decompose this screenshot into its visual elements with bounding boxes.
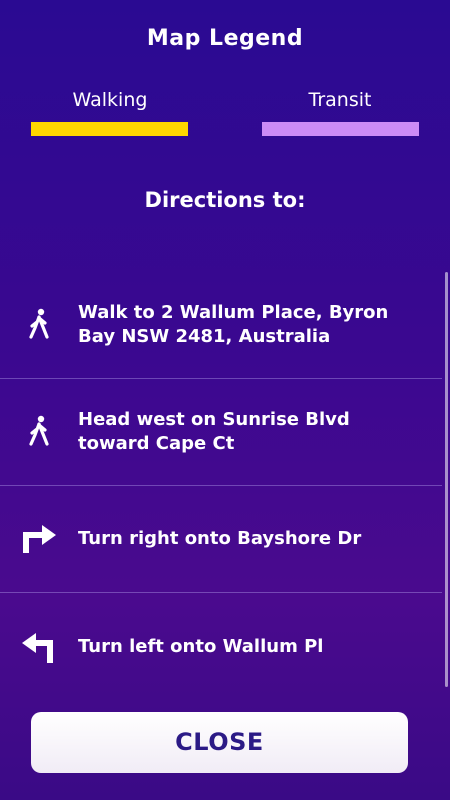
close-button[interactable]: CLOSE <box>31 712 408 773</box>
turn-right-arrow-icon <box>20 519 60 559</box>
direction-step-text: Turn left onto Wallum Pl <box>78 635 324 657</box>
direction-step-text: Head west on Sunrise Blvd toward Cape Ct <box>78 409 350 454</box>
direction-step: Walk to 2 Wallum Place, Byron Bay NSW 24… <box>0 272 442 379</box>
direction-step-text: Turn right onto Bayshore Dr <box>78 528 362 549</box>
walking-person-icon <box>20 305 60 345</box>
legend-swatch-walking <box>31 122 188 136</box>
directions-list[interactable]: Walk to 2 Wallum Place, Byron Bay NSW 24… <box>0 272 442 700</box>
direction-step-text: Walk to 2 Wallum Place, Byron Bay NSW 24… <box>78 302 389 347</box>
walking-person-icon <box>20 412 60 452</box>
legend-title: Map Legend <box>146 26 304 51</box>
direction-step: Turn left onto Wallum Pl <box>0 593 442 700</box>
direction-step: Head west on Sunrise Blvd toward Cape Ct <box>0 379 442 486</box>
directions-title: Directions to: <box>144 188 306 212</box>
directions-screen: Map Legend Walking Transit Directions to… <box>0 0 450 800</box>
legend-label-transit: Transit <box>308 89 372 111</box>
legend-swatch-transit <box>262 122 419 136</box>
direction-step: Turn right onto Bayshore Dr <box>0 486 442 593</box>
legend-label-walking: Walking <box>72 89 148 111</box>
list-scrollbar[interactable] <box>445 272 448 687</box>
turn-left-arrow-icon <box>20 627 60 667</box>
